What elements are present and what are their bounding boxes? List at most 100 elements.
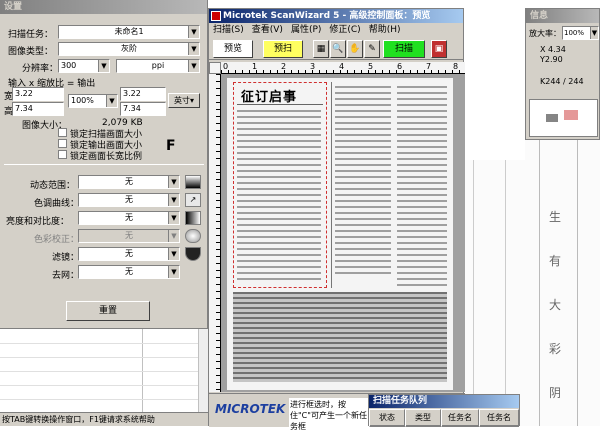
grid-line [473,160,474,426]
toolbar: 预览 预扫 ▦ 🔍 ✋ ✎ 扫描 ▣ [209,38,463,60]
filter-select[interactable]: 无 ▼ [78,247,180,261]
chevron-down-icon: ▼ [188,26,199,38]
heading-rule [237,104,323,105]
main-title-bar: Microtek ScanWizard 5 - 高级控制面板：预览 [209,9,463,23]
queue-header-task-2[interactable]: 任务名 [479,409,519,427]
task-value: 未命名1 [114,27,144,36]
zoom-icon[interactable]: 🔍 [330,40,346,58]
input-height-value: 7.34 [15,104,33,113]
dynamic-range-select[interactable]: 无 ▼ [78,175,180,189]
chevron-down-icon: ▼ [188,43,199,55]
info-panel: 信息 放大率： 100% ▼ X 4.34 Y2.90 K244 / 244 [525,8,600,140]
chevron-down-icon: ▼ [168,194,179,206]
color-correction-select[interactable]: 无 ▼ [78,229,180,243]
task-label: 扫描任务： [8,30,54,40]
image-type-value: 灰阶 [121,44,137,53]
preview-button[interactable]: 预览 [213,40,253,58]
f-label: F [166,138,176,154]
menu-view[interactable]: 查看(V) [252,25,283,35]
brightness-select[interactable]: 无 ▼ [78,211,180,225]
zoom-value: 100% [564,29,585,37]
chevron-down-icon: ▼ [168,230,179,242]
chevron-down-icon: ▼ [168,176,179,188]
size-unit-select[interactable]: 英寸▾ [168,93,200,108]
filter-icon[interactable] [185,247,201,261]
vertical-ruler [209,74,221,392]
zoom-label: 放大率： [529,29,561,38]
queue-header-task[interactable]: 任务名 [441,409,479,427]
text-column-2 [335,86,391,276]
prescan-button[interactable]: 预扫 [263,40,303,58]
filter-value: 无 [125,249,133,258]
tone-curve-value: 无 [125,195,133,204]
resolution-select[interactable]: 300 ▼ [58,59,110,73]
queue-header-status[interactable]: 状态 [369,409,405,427]
unit-select[interactable]: ppi ▼ [116,59,200,73]
filter-label: 滤镜： [52,253,80,263]
scan-queue-panel: 扫描任务队列 状态 类型 任务名 任务名 [368,394,520,427]
image-block [233,292,447,382]
output-width-field[interactable]: 3.22 [120,87,166,101]
chevron-down-icon: ▼ [106,95,117,107]
bg-char: 阴 [549,386,562,400]
resolution-label: 分辨率： [22,64,59,74]
thumbnail-preview [529,99,598,137]
coord-x: X 4.34 [540,45,566,54]
select-tool-icon[interactable]: ▦ [313,40,329,58]
queue-title-bar: 扫描任务队列 [369,395,519,408]
dynamic-range-icon[interactable] [185,175,201,189]
camera-icon[interactable]: ▣ [431,40,447,58]
brightness-label: 亮度和对比度： [6,217,70,227]
hand-icon[interactable]: ✋ [347,40,363,58]
scale-select[interactable]: 100% ▼ [68,94,118,108]
text-column-1 [237,110,321,282]
brightness-icon[interactable] [185,211,201,225]
curve-icon[interactable]: ↗ [185,193,201,207]
reset-button[interactable]: 重置 [66,301,150,321]
input-width-value: 3.22 [15,89,33,98]
list-scrollbar[interactable] [198,329,208,413]
output-width-value: 3.22 [123,89,141,98]
color-wheel-icon [185,229,201,243]
lock-output-checkbox[interactable] [58,139,67,148]
lock-scan-checkbox[interactable] [58,128,67,137]
info-title-bar: 信息 [526,9,599,23]
descreen-select[interactable]: 无 ▼ [78,265,180,279]
tone-curve-label: 色调曲线： [34,199,80,209]
bg-char: 生 [549,210,562,224]
image-type-select[interactable]: 灰阶 ▼ [58,42,200,56]
queue-header-type[interactable]: 类型 [405,409,441,427]
menu-correction[interactable]: 修正(C) [329,25,360,35]
chevron-down-icon: ▼ [168,212,179,224]
text-column-3 [397,86,447,286]
menu-properties[interactable]: 属性(P) [291,25,321,35]
task-select[interactable]: 未命名1 ▼ [58,25,200,39]
lock-ratio-checkbox[interactable] [58,150,67,159]
output-height-field[interactable]: 7.34 [120,102,166,116]
chevron-down-icon: ▼ [98,60,109,72]
size-unit-value: 英寸 [173,96,190,105]
queue-title: 扫描任务队列 [373,396,428,406]
eyedropper-icon[interactable]: ✎ [364,40,380,58]
input-height-field[interactable]: 7.34 [12,102,64,116]
lock-ratio-label: 锁定画面长宽比例 [70,152,143,162]
preview-canvas[interactable]: 征订启事 [221,74,465,392]
queue-header-row: 状态 类型 任务名 任务名 [369,409,519,427]
menu-scan[interactable]: 扫描(S) [213,25,244,35]
dynamic-range-value: 无 [125,177,133,186]
zoom-select[interactable]: 100% ▼ [562,26,599,40]
menu-help[interactable]: 帮助(H) [369,25,401,35]
tone-curve-select[interactable]: 无 ▼ [78,193,180,207]
scan-button[interactable]: 扫描 [383,40,425,58]
list-row-line [0,399,198,400]
input-width-field[interactable]: 3.22 [12,87,64,101]
app-icon [211,11,221,21]
scale-value: 100% [71,96,94,105]
dynamic-range-label: 动态范围： [30,181,76,191]
settings-title-bar: 设置 [0,0,207,14]
settings-panel: 设置 扫描任务： 未命名1 ▼ 图像类型： 灰阶 ▼ 分辨率： 300 ▼ pp… [0,0,208,328]
bg-char: 有 [549,254,562,268]
color-correction-label: 色彩校正： [34,235,80,245]
list-row-line [0,371,198,372]
coord-y: Y2.90 [540,55,563,64]
